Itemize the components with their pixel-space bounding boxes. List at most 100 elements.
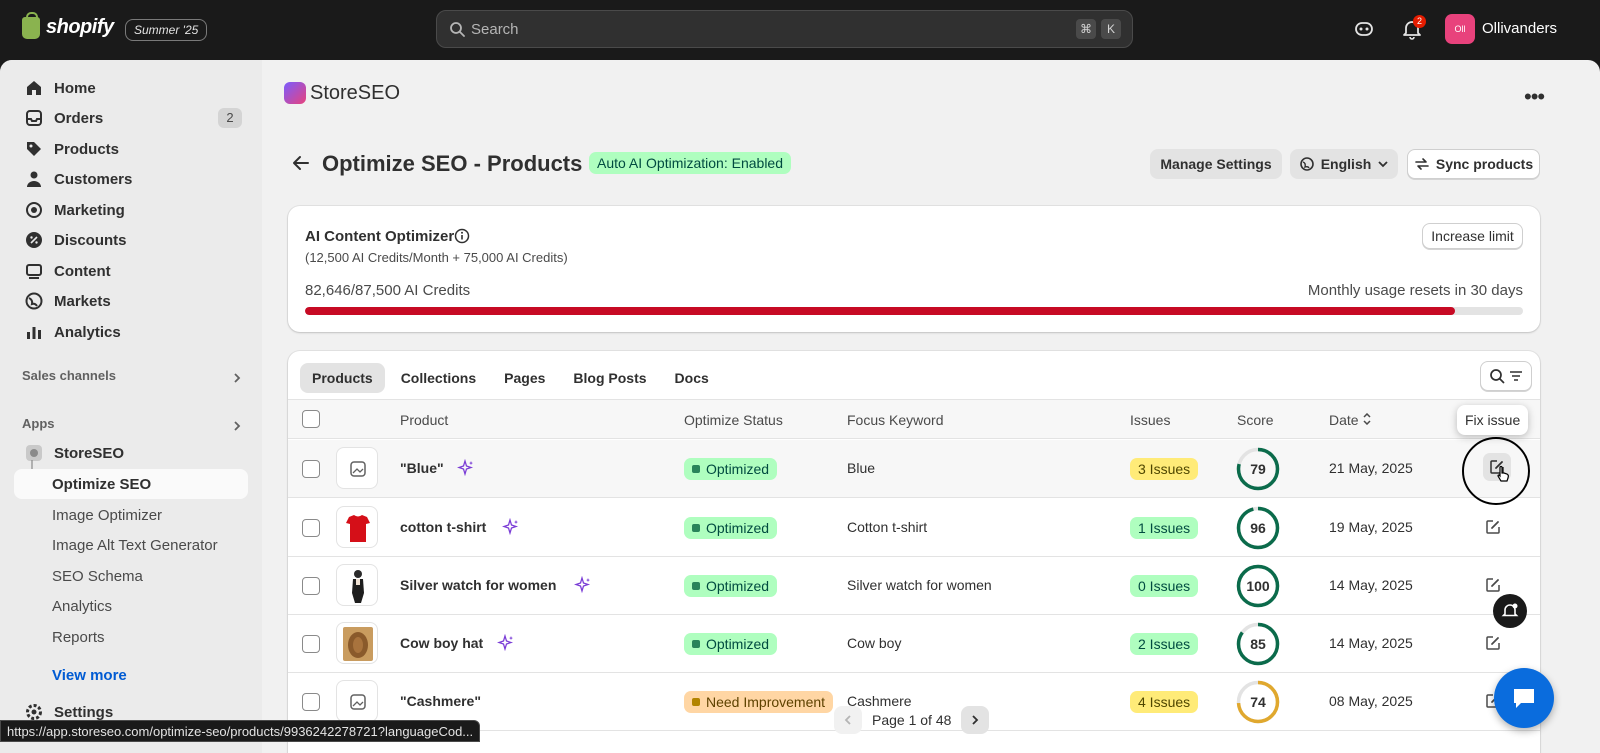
product-thumbnail xyxy=(336,680,378,722)
focus-keyword: Blue xyxy=(847,460,876,476)
previous-page-button[interactable] xyxy=(834,706,862,734)
more-actions-icon[interactable]: ••• xyxy=(1524,84,1545,110)
sidebar-item-label: Markets xyxy=(54,292,111,310)
focus-keyword: Silver watch for women xyxy=(847,577,992,593)
language-label: English xyxy=(1320,156,1372,172)
edit-icon[interactable] xyxy=(1484,634,1502,652)
optimize-status-badge: Optimized xyxy=(684,517,778,539)
sidebar-item-home[interactable]: Home xyxy=(14,73,248,103)
products-table-card: Products Collections Pages Blog Posts Do… xyxy=(288,351,1540,753)
score-value: 79 xyxy=(1250,461,1266,477)
sidebar-item-storeseo[interactable]: StoreSEO xyxy=(14,438,248,468)
admin-shell: Home Orders 2 Products Customers Marketi… xyxy=(0,60,1600,753)
sidebar-sub-item-reports[interactable]: Reports xyxy=(52,629,105,646)
image-placeholder-icon xyxy=(350,461,366,477)
score-value: 85 xyxy=(1250,636,1266,652)
product-name[interactable]: cotton t-shirt xyxy=(400,519,486,535)
language-select[interactable]: English xyxy=(1290,149,1398,179)
product-name[interactable]: Cow boy hat xyxy=(400,635,483,651)
row-checkbox[interactable] xyxy=(302,519,320,537)
tag-icon xyxy=(27,142,41,156)
tab-products[interactable]: Products xyxy=(300,363,385,393)
chevron-right-icon xyxy=(972,715,979,725)
row-checkbox[interactable] xyxy=(302,460,320,478)
sidebar-sub-item-optimize-seo[interactable]: Optimize SEO xyxy=(52,476,151,493)
sidebar-sub-item-alt-text[interactable]: Image Alt Text Generator xyxy=(52,537,218,554)
table-row[interactable]: Cow boy hat Optimized Cow boy 2 Issues 8… xyxy=(288,615,1540,673)
store-avatar[interactable]: Oll xyxy=(1445,14,1475,44)
increase-limit-button[interactable]: Increase limit xyxy=(1422,223,1523,249)
view-more-link[interactable]: View more xyxy=(52,667,127,684)
tab-docs[interactable]: Docs xyxy=(663,363,721,393)
edit-icon[interactable] xyxy=(1484,576,1502,594)
main-content: StoreSEO ••• Optimize SEO - Products Aut… xyxy=(262,60,1600,753)
back-arrow-icon[interactable] xyxy=(290,152,312,174)
sidebar-item-marketing[interactable]: Marketing xyxy=(14,195,248,225)
issues-badge: 1 Issues xyxy=(1130,517,1199,539)
tab-pages[interactable]: Pages xyxy=(492,363,557,393)
person-icon xyxy=(27,171,41,187)
sidebar-item-content[interactable]: Content xyxy=(14,256,248,286)
orders-icon xyxy=(26,110,42,126)
edit-icon[interactable] xyxy=(1484,518,1502,536)
sidebar-item-analytics[interactable]: Analytics xyxy=(14,317,248,347)
tab-collections[interactable]: Collections xyxy=(389,363,488,393)
info-icon[interactable] xyxy=(454,228,470,244)
fix-issue-button[interactable] xyxy=(1483,453,1511,482)
column-optimize-status: Optimize Status xyxy=(684,412,783,428)
sidebar-sub-item-analytics[interactable]: Analytics xyxy=(52,598,112,615)
floating-notification-button[interactable] xyxy=(1493,594,1527,628)
content-type-tabs: Products Collections Pages Blog Posts Do… xyxy=(300,363,721,393)
focus-keyword: Cow boy xyxy=(847,635,902,651)
chevron-right-icon[interactable] xyxy=(230,419,244,433)
tab-blog-posts[interactable]: Blog Posts xyxy=(561,363,658,393)
sidebar-item-products[interactable]: Products xyxy=(14,134,248,164)
issues-badge: 2 Issues xyxy=(1130,633,1199,655)
product-name[interactable]: "Blue" xyxy=(400,460,444,476)
content-icon xyxy=(26,264,42,279)
table-row[interactable]: Silver watch for women Optimized Silver … xyxy=(288,557,1540,615)
edition-badge: Summer '25 xyxy=(125,19,208,41)
table-row[interactable]: cotton t-shirt Optimized Cotton t-shirt … xyxy=(288,499,1540,557)
issues-badge: 4 Issues xyxy=(1130,691,1199,713)
sidebar-item-markets[interactable]: Markets xyxy=(14,286,248,316)
score-value: 74 xyxy=(1250,694,1266,710)
column-score: Score xyxy=(1237,412,1274,428)
next-page-button[interactable] xyxy=(961,706,990,734)
app-title: StoreSEO xyxy=(310,82,401,104)
store-name[interactable]: Ollivanders xyxy=(1482,20,1557,37)
row-checkbox[interactable] xyxy=(302,577,320,595)
select-all-checkbox[interactable] xyxy=(302,410,320,428)
score-value: 96 xyxy=(1250,520,1266,536)
search-icon xyxy=(1490,369,1505,384)
table-row[interactable]: "Blue" Optimized Blue 3 Issues 79 21 May… xyxy=(288,440,1540,498)
sidebar-sub-item-image-optimizer[interactable]: Image Optimizer xyxy=(52,507,162,524)
ai-card-title: AI Content Optimizer xyxy=(305,228,455,245)
live-chat-button[interactable] xyxy=(1494,668,1554,728)
column-date[interactable]: Date xyxy=(1329,412,1372,428)
chevron-right-icon[interactable] xyxy=(230,371,244,385)
sidebar-item-orders[interactable]: Orders 2 xyxy=(14,103,248,133)
sidebar-item-discounts[interactable]: Discounts xyxy=(14,225,248,255)
ai-sparkle-icon xyxy=(502,518,519,536)
product-name[interactable]: Silver watch for women xyxy=(400,577,556,593)
sales-channels-heading[interactable]: Sales channels xyxy=(22,368,116,383)
chat-icon xyxy=(1514,689,1534,708)
shopify-logo[interactable]: shopify xyxy=(22,11,114,39)
search-bar[interactable]: Search ⌘ K xyxy=(436,10,1133,48)
search-icon xyxy=(450,22,465,37)
row-checkbox[interactable] xyxy=(302,635,320,653)
search-filter-button[interactable] xyxy=(1480,361,1532,391)
red-tshirt-image xyxy=(346,515,370,542)
sidebar-sub-item-seo-schema[interactable]: SEO Schema xyxy=(52,568,143,585)
optimize-status-badge: Need Improvement xyxy=(684,691,834,713)
apps-heading[interactable]: Apps xyxy=(22,416,55,431)
sync-products-button[interactable]: Sync products xyxy=(1407,149,1540,179)
manage-settings-button[interactable]: Manage Settings xyxy=(1150,149,1282,179)
credits-progress-bar xyxy=(305,307,1523,315)
sidebar-item-customers[interactable]: Customers xyxy=(14,164,248,194)
product-name[interactable]: "Cashmere" xyxy=(400,693,481,709)
sidekick-icon[interactable] xyxy=(1353,18,1375,40)
column-date-label: Date xyxy=(1329,412,1359,428)
row-checkbox[interactable] xyxy=(302,693,320,711)
